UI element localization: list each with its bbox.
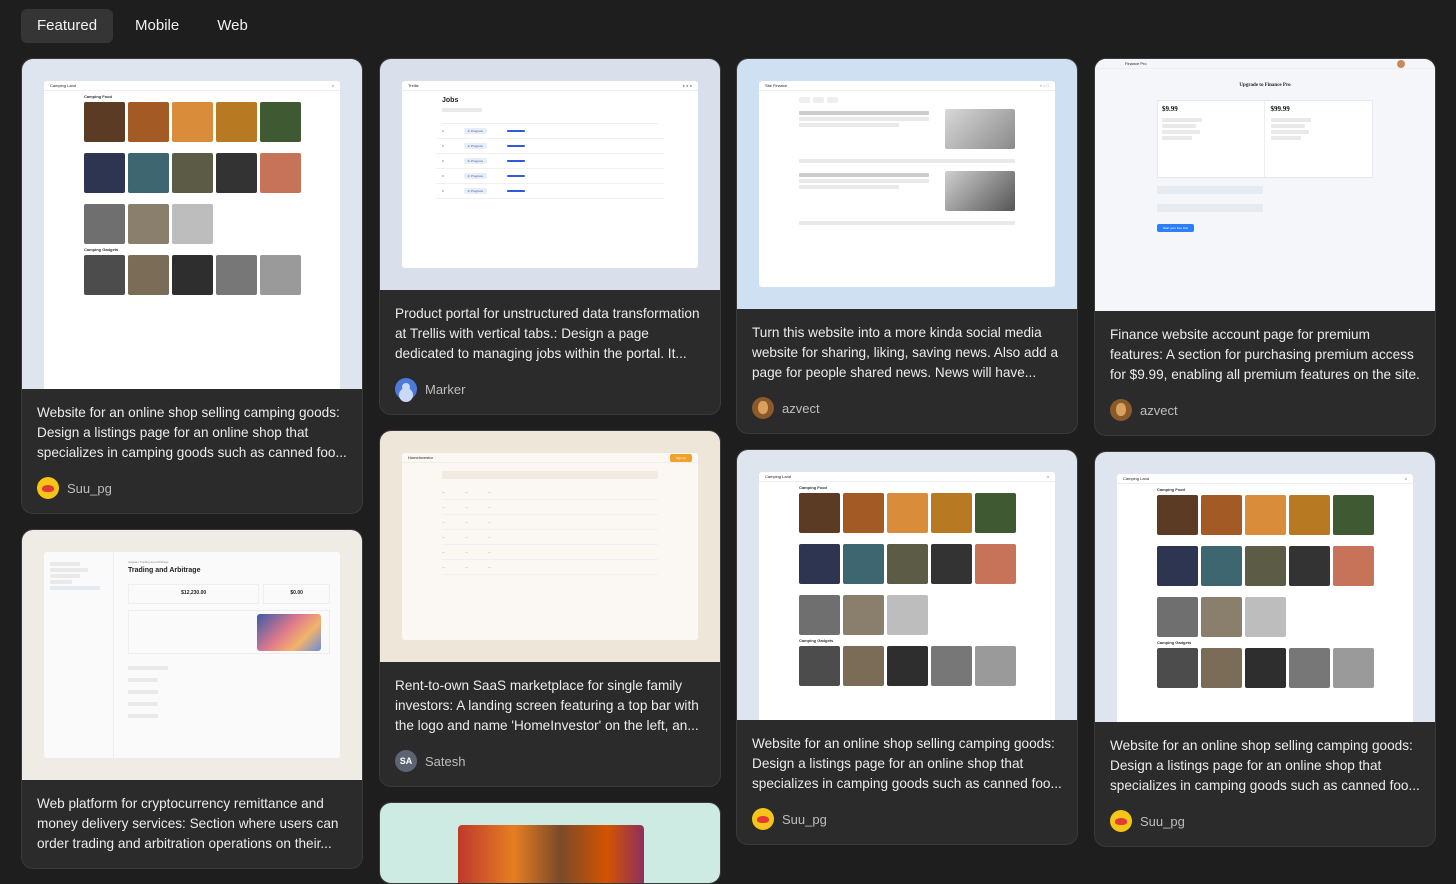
preview-section: Camping Food (1157, 487, 1185, 492)
preview-title: Trading and Arbitrage (128, 567, 201, 574)
card-description: Rent-to-own SaaS marketplace for single … (395, 678, 699, 733)
author-name: Satesh (425, 753, 466, 769)
card-description: Web platform for cryptocurrency remittan… (37, 796, 339, 851)
design-card[interactable]: Camping Land ⌂ Camping Food Camping Gadge… (21, 58, 363, 514)
design-card[interactable]: Trellis ● ● ● Jobs # In Progress # In Progr… (379, 58, 721, 415)
tab-web[interactable]: Web (201, 9, 264, 43)
preview-brand: Camping Land (50, 83, 77, 88)
avatar-icon (1110, 399, 1132, 421)
card-thumbnail: Camping Land ⌂ Camping Food Camping Gadge… (1095, 452, 1435, 722)
card-thumbnail: Finance Pro Upgrade to Finance Pro $9.99… (1095, 59, 1435, 311)
card-description: Turn this website into a more kinda soci… (752, 325, 1059, 380)
design-card[interactable]: Camping Land ⌂ Camping Food Camping Gadge… (736, 449, 1078, 845)
design-card[interactable]: Capital / Trading and Arbitrage Trading … (21, 529, 363, 869)
preview-balance-2: $0.00 (263, 584, 330, 604)
card-thumbnail: Camping Land ⌂ Camping Food Camping Gadge… (737, 450, 1077, 720)
crypto-preview: Capital / Trading and Arbitrage Trading … (44, 552, 340, 758)
card-author[interactable]: Suu_pg (1110, 810, 1420, 832)
design-card[interactable]: Site Finance ⌕ ○ □ Turn this website int… (736, 58, 1078, 434)
finance-preview: Finance Pro Upgrade to Finance Pro $9.99… (1095, 59, 1435, 311)
trellis-preview: Trellis ● ● ● Jobs # In Progress # In Progr… (402, 81, 698, 268)
card-author[interactable]: Suu_pg (37, 477, 347, 499)
design-card[interactable]: Camping Land ⌂ Camping Food Camping Gadge… (1094, 451, 1436, 847)
homeinvestor-preview: HomeInvestor Sign up — — — — — — — — — — — — — — — … (402, 453, 698, 640)
preview-section-2: Camping Gadgets (1157, 640, 1192, 645)
preview-breadcrumb: Capital / Trading and Arbitrage (128, 560, 169, 564)
card-description: Product portal for unstructured data tra… (395, 306, 700, 361)
preview-section: Camping Food (799, 485, 827, 490)
preview-price-annual: $99.99 (1270, 105, 1290, 113)
avatar-icon (752, 808, 774, 830)
preview-price-monthly: $9.99 (1162, 105, 1178, 113)
preview-cta: Start your free trial (1157, 224, 1194, 232)
category-tabs: Featured Mobile Web (21, 9, 264, 43)
preview-section-2: Camping Gadgets (799, 638, 834, 643)
tab-featured[interactable]: Featured (21, 9, 114, 43)
preview-title: Upgrade to Finance Pro (1239, 83, 1291, 88)
camping-preview: Camping Land ⌂ Camping Food Camping Gadge… (44, 81, 340, 389)
column-1: Camping Land ⌂ Camping Food Camping Gadge… (21, 58, 363, 869)
author-name: Marker (425, 381, 466, 397)
preview-brand: Site Finance (765, 83, 788, 88)
card-description: Website for an online shop selling campi… (752, 736, 1062, 791)
card-thumbnail: Camping Land ⌂ Camping Food Camping Gadge… (22, 59, 362, 389)
avatar-icon (37, 477, 59, 499)
preview-balance: $12,230.00 (128, 584, 260, 604)
design-card[interactable]: Finance Pro Upgrade to Finance Pro $9.99… (1094, 58, 1436, 436)
avatar-icon (1110, 810, 1132, 832)
tab-mobile[interactable]: Mobile (119, 9, 195, 43)
preview-brand: Camping Land (765, 474, 792, 479)
card-author[interactable]: Suu_pg (752, 808, 1062, 830)
card-thumbnail: Capital / Trading and Arbitrage Trading … (22, 530, 362, 780)
preview-title: Jobs (442, 97, 459, 104)
card-author[interactable]: azvect (752, 397, 1062, 419)
author-name: azvect (1140, 402, 1178, 418)
card-description: Website for an online shop selling campi… (1110, 738, 1420, 793)
avatar-icon (752, 397, 774, 419)
camping-preview: Camping Land ⌂ Camping Food Camping Gadge… (759, 472, 1055, 720)
card-thumbnail: HomeInvestor Sign up — — — — — — — — — — — — — — — … (380, 431, 720, 662)
avatar-icon (395, 378, 417, 400)
column-4: Finance Pro Upgrade to Finance Pro $9.99… (1094, 58, 1436, 847)
column-2: Trellis ● ● ● Jobs # In Progress # In Progr… (379, 58, 721, 884)
preview-section-2: Camping Gadgets (84, 247, 119, 252)
preview-brand: Finance Pro (1125, 61, 1147, 66)
author-name: Suu_pg (1140, 813, 1185, 829)
author-name: azvect (782, 400, 820, 416)
card-thumbnail: Trellis ● ● ● Jobs # In Progress # In Progr… (380, 59, 720, 290)
card-author[interactable]: azvect (1110, 399, 1420, 421)
card-description: Finance website account page for premium… (1110, 327, 1420, 382)
card-description: Website for an online shop selling campi… (37, 405, 347, 460)
photo-preview (458, 825, 644, 883)
column-3: Site Finance ⌕ ○ □ Turn this website int… (736, 58, 1078, 845)
card-author[interactable]: Marker (395, 378, 705, 400)
preview-brand: Trellis (408, 83, 419, 88)
card-author[interactable]: SA Satesh (395, 750, 705, 772)
camping-preview: Camping Land ⌂ Camping Food Camping Gadge… (1117, 474, 1413, 722)
design-card[interactable] (379, 802, 721, 884)
preview-brand: HomeInvestor (408, 455, 433, 460)
author-name: Suu_pg (67, 480, 112, 496)
preview-brand: Camping Land (1123, 476, 1150, 481)
preview-cta: Sign up (669, 453, 692, 462)
preview-section: Camping Food (84, 94, 112, 99)
avatar-icon: SA (395, 750, 417, 772)
news-preview: Site Finance ⌕ ○ □ (759, 81, 1055, 287)
card-thumbnail (380, 803, 720, 883)
author-name: Suu_pg (782, 811, 827, 827)
design-card[interactable]: HomeInvestor Sign up — — — — — — — — — — — — — — — … (379, 430, 721, 787)
card-thumbnail: Site Finance ⌕ ○ □ (737, 59, 1077, 309)
